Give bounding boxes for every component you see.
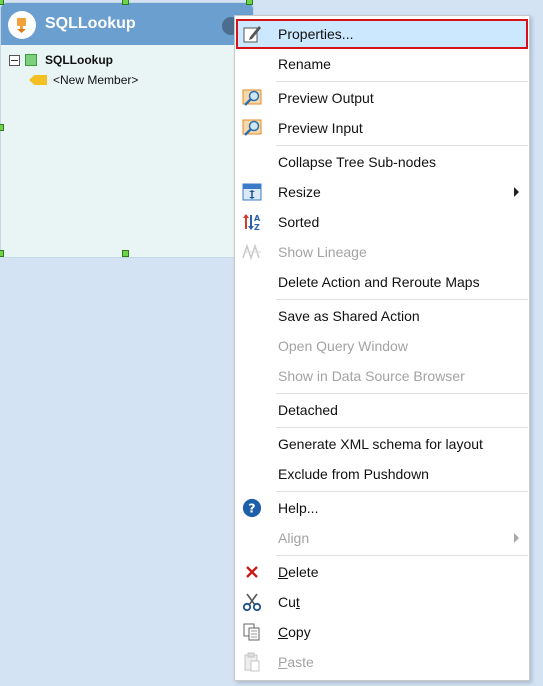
tree-root[interactable]: SQLLookup	[9, 53, 113, 67]
menu-item-label: Cut	[278, 594, 300, 610]
menu-item-label: Delete	[278, 564, 319, 580]
scissors-icon	[242, 592, 262, 612]
magnifier-preview-icon	[242, 118, 262, 138]
resize-handle-top[interactable]	[122, 0, 129, 5]
menu-item-copy[interactable]: Copy	[236, 617, 528, 647]
menu-separator	[276, 81, 528, 82]
table-node-icon	[25, 54, 37, 66]
menu-item-label: Show Lineage	[278, 244, 367, 260]
menu-item-label: Properties...	[278, 26, 354, 42]
menu-item-label: Paste	[278, 654, 314, 670]
magnifier-preview-icon	[242, 88, 262, 108]
sort-icon: A Z	[242, 212, 262, 232]
menu-item-label: Resize	[278, 184, 321, 200]
menu-item-help[interactable]: ? Help...	[236, 493, 528, 523]
node-header[interactable]: SQLLookup	[1, 3, 253, 45]
menu-item-label: Exclude from Pushdown	[278, 466, 429, 482]
resize-handle-bottom-left[interactable]	[0, 250, 4, 257]
tree-child-label: <New Member>	[53, 73, 139, 87]
svg-text:?: ?	[248, 501, 255, 516]
paste-icon	[242, 652, 262, 672]
menu-item-preview-output[interactable]: Preview Output	[236, 83, 528, 113]
menu-separator	[276, 491, 528, 492]
svg-text:A: A	[254, 214, 261, 223]
menu-item-label: Rename	[278, 56, 331, 72]
menu-item-align: Align	[236, 523, 528, 553]
menu-item-label: Copy	[278, 624, 311, 640]
menu-item-preview-input[interactable]: Preview Input	[236, 113, 528, 143]
delete-x-icon	[242, 562, 262, 582]
menu-item-label: Delete Action and Reroute Maps	[278, 274, 480, 290]
menu-separator	[276, 145, 528, 146]
menu-item-save-as-shared-action[interactable]: Save as Shared Action	[236, 301, 528, 331]
menu-item-paste: Paste	[236, 647, 528, 677]
tree-root-label: SQLLookup	[45, 53, 113, 67]
menu-item-label: Detached	[278, 402, 338, 418]
submenu-arrow-icon	[514, 187, 519, 197]
menu-item-label: Help...	[278, 500, 319, 516]
pencil-edit-icon	[242, 24, 262, 44]
node-title: SQLLookup	[45, 15, 136, 32]
context-menu: Properties... Rename Preview Output Prev…	[234, 15, 530, 681]
menu-separator	[276, 393, 528, 394]
menu-item-label: Save as Shared Action	[278, 308, 420, 324]
menu-item-label: Sorted	[278, 214, 320, 230]
tree-child[interactable]: <New Member>	[29, 73, 138, 87]
menu-item-rename[interactable]: Rename	[236, 49, 528, 79]
menu-item-delete-action-and-reroute-maps[interactable]: Delete Action and Reroute Maps	[236, 267, 528, 297]
svg-text:Z: Z	[254, 223, 260, 232]
menu-item-label: Preview Output	[278, 90, 374, 106]
member-tag-icon	[29, 75, 47, 85]
menu-separator	[276, 299, 528, 300]
menu-item-label: Collapse Tree Sub-nodes	[278, 154, 436, 170]
menu-item-label: Preview Input	[278, 120, 363, 136]
menu-item-delete[interactable]: Delete	[236, 557, 528, 587]
sqllookup-node[interactable]: SQLLookup SQLLookup <New Member>	[0, 2, 254, 258]
menu-item-open-query-window: Open Query Window	[236, 331, 528, 361]
resize-handle-top-left[interactable]	[0, 0, 4, 5]
resize-handle-top-right[interactable]	[246, 0, 253, 5]
menu-separator	[276, 427, 528, 428]
lookup-icon	[8, 11, 36, 39]
menu-item-resize[interactable]: Resize	[236, 177, 528, 207]
menu-item-sorted[interactable]: A Z Sorted	[236, 207, 528, 237]
menu-item-exclude-from-pushdown[interactable]: Exclude from Pushdown	[236, 459, 528, 489]
menu-item-show-in-data-source-browser: Show in Data Source Browser	[236, 361, 528, 391]
menu-item-detached[interactable]: Detached	[236, 395, 528, 425]
menu-item-cut[interactable]: Cut	[236, 587, 528, 617]
resize-handle-left[interactable]	[0, 124, 4, 131]
menu-item-collapse-tree-sub-nodes[interactable]: Collapse Tree Sub-nodes	[236, 147, 528, 177]
menu-item-label: Open Query Window	[278, 338, 408, 354]
help-icon: ?	[242, 498, 262, 518]
menu-item-label: Generate XML schema for layout	[278, 436, 483, 452]
resize-handle-bottom[interactable]	[122, 250, 129, 257]
copy-icon	[242, 622, 262, 642]
submenu-arrow-icon	[514, 533, 519, 543]
lineage-icon	[242, 242, 262, 262]
menu-item-label: Align	[278, 530, 310, 546]
menu-item-label: Show in Data Source Browser	[278, 368, 465, 384]
menu-item-show-lineage: Show Lineage	[236, 237, 528, 267]
menu-separator	[276, 555, 528, 556]
menu-item-properties[interactable]: Properties...	[236, 19, 528, 49]
collapse-toggle-icon[interactable]	[9, 54, 20, 66]
resize-icon	[242, 182, 262, 202]
menu-item-generate-xml-schema[interactable]: Generate XML schema for layout	[236, 429, 528, 459]
